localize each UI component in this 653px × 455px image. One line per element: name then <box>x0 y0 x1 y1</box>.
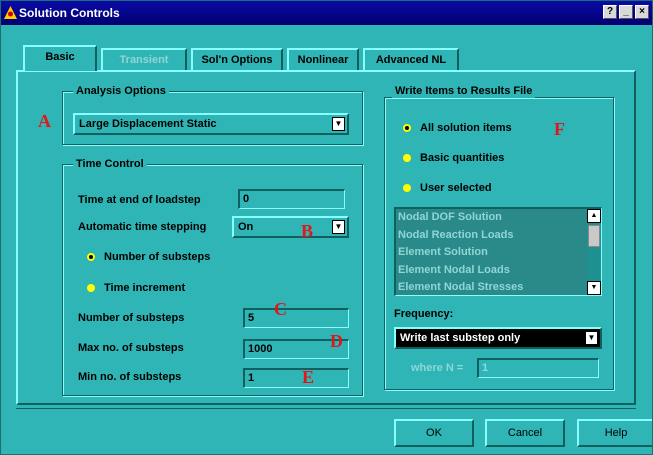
scroll-thumb[interactable] <box>588 225 600 247</box>
annotation-a: A <box>38 111 51 131</box>
basic-quantities-label[interactable]: Basic quantities <box>420 152 504 165</box>
title-bar[interactable]: Solution Controls ? _ × <box>1 1 652 25</box>
max-substeps-label: Max no. of substeps <box>78 342 184 354</box>
tab-basic[interactable]: Basic <box>23 45 97 71</box>
write-items-label: Write Items to Results File <box>392 85 536 98</box>
annotation-d: D <box>330 331 343 351</box>
tab-nonlinear[interactable]: Nonlinear <box>287 48 359 70</box>
radio-all-solution-items[interactable] <box>403 124 411 132</box>
analysis-type-dropdown[interactable]: Large Displacement Static ▼ <box>73 113 349 135</box>
list-item[interactable]: Element Solution <box>396 244 601 262</box>
auto-time-stepping-value: On <box>238 221 254 233</box>
cancel-button[interactable]: Cancel <box>485 419 565 447</box>
time-increment-radio-label[interactable]: Time increment <box>104 282 185 295</box>
tab-transient[interactable]: Transient <box>101 48 187 70</box>
ansys-app-icon <box>4 6 17 19</box>
annotation-f: F <box>554 119 565 139</box>
help-window-button[interactable]: ? <box>603 5 617 19</box>
number-of-substeps-input[interactable]: 5 <box>243 308 349 328</box>
list-item[interactable]: Nodal DOF Solution <box>396 209 601 227</box>
annotation-b: B <box>301 221 314 241</box>
radio-user-selected[interactable] <box>403 184 411 192</box>
solution-controls-dialog: Solution Controls ? _ × Basic Transient … <box>0 0 653 455</box>
dropdown-arrow-icon[interactable]: ▼ <box>332 220 345 234</box>
annotation-e: E <box>302 367 315 387</box>
auto-time-stepping-dropdown[interactable]: On ▼ <box>232 216 349 238</box>
auto-time-stepping-label: Automatic time stepping <box>78 221 207 233</box>
time-end-label: Time at end of loadstep <box>78 194 201 206</box>
listbox-scrollbar[interactable]: ▲ ▼ <box>587 209 601 295</box>
time-control-label: Time Control <box>73 158 147 171</box>
scroll-up-icon[interactable]: ▲ <box>587 209 601 223</box>
tab-soln-options[interactable]: Sol'n Options <box>191 48 283 70</box>
dropdown-arrow-icon[interactable]: ▼ <box>585 331 598 345</box>
where-n-input[interactable]: 1 <box>477 358 599 378</box>
number-of-substeps-label: Number of substeps <box>78 312 185 324</box>
result-items-listbox[interactable]: Nodal DOF Solution Nodal Reaction Loads … <box>394 207 602 296</box>
min-substeps-label: Min no. of substeps <box>78 371 182 383</box>
frequency-value: Write last substep only <box>400 332 521 344</box>
list-item[interactable]: Element Nodal Stresses <box>396 279 601 295</box>
min-substeps-input[interactable]: 1 <box>243 368 349 388</box>
window-title: Solution Controls <box>19 6 120 20</box>
tab-advanced-nl[interactable]: Advanced NL <box>363 48 459 70</box>
analysis-type-value: Large Displacement Static <box>79 118 217 130</box>
where-n-label: where N = <box>411 362 464 374</box>
user-selected-label[interactable]: User selected <box>420 182 492 195</box>
help-button[interactable]: Help <box>577 419 652 447</box>
time-end-input[interactable]: 0 <box>238 189 345 209</box>
minimize-button[interactable]: _ <box>619 5 633 19</box>
frequency-label: Frequency: <box>394 308 454 320</box>
dropdown-arrow-icon[interactable]: ▼ <box>332 117 345 131</box>
radio-basic-quantities[interactable] <box>403 154 411 162</box>
frequency-dropdown[interactable]: Write last substep only ▼ <box>394 327 602 349</box>
list-item[interactable]: Element Nodal Loads <box>396 262 601 280</box>
list-item[interactable]: Nodal Reaction Loads <box>396 227 601 245</box>
all-solution-items-label[interactable]: All solution items <box>420 122 512 135</box>
ok-button[interactable]: OK <box>394 419 474 447</box>
scroll-down-icon[interactable]: ▼ <box>587 281 601 295</box>
close-button[interactable]: × <box>635 5 649 19</box>
annotation-c: C <box>274 299 287 319</box>
number-of-substeps-radio-label[interactable]: Number of substeps <box>104 251 210 264</box>
radio-time-increment[interactable] <box>87 284 95 292</box>
analysis-options-label: Analysis Options <box>73 85 169 98</box>
divider <box>16 408 636 409</box>
radio-number-of-substeps[interactable] <box>87 253 95 261</box>
